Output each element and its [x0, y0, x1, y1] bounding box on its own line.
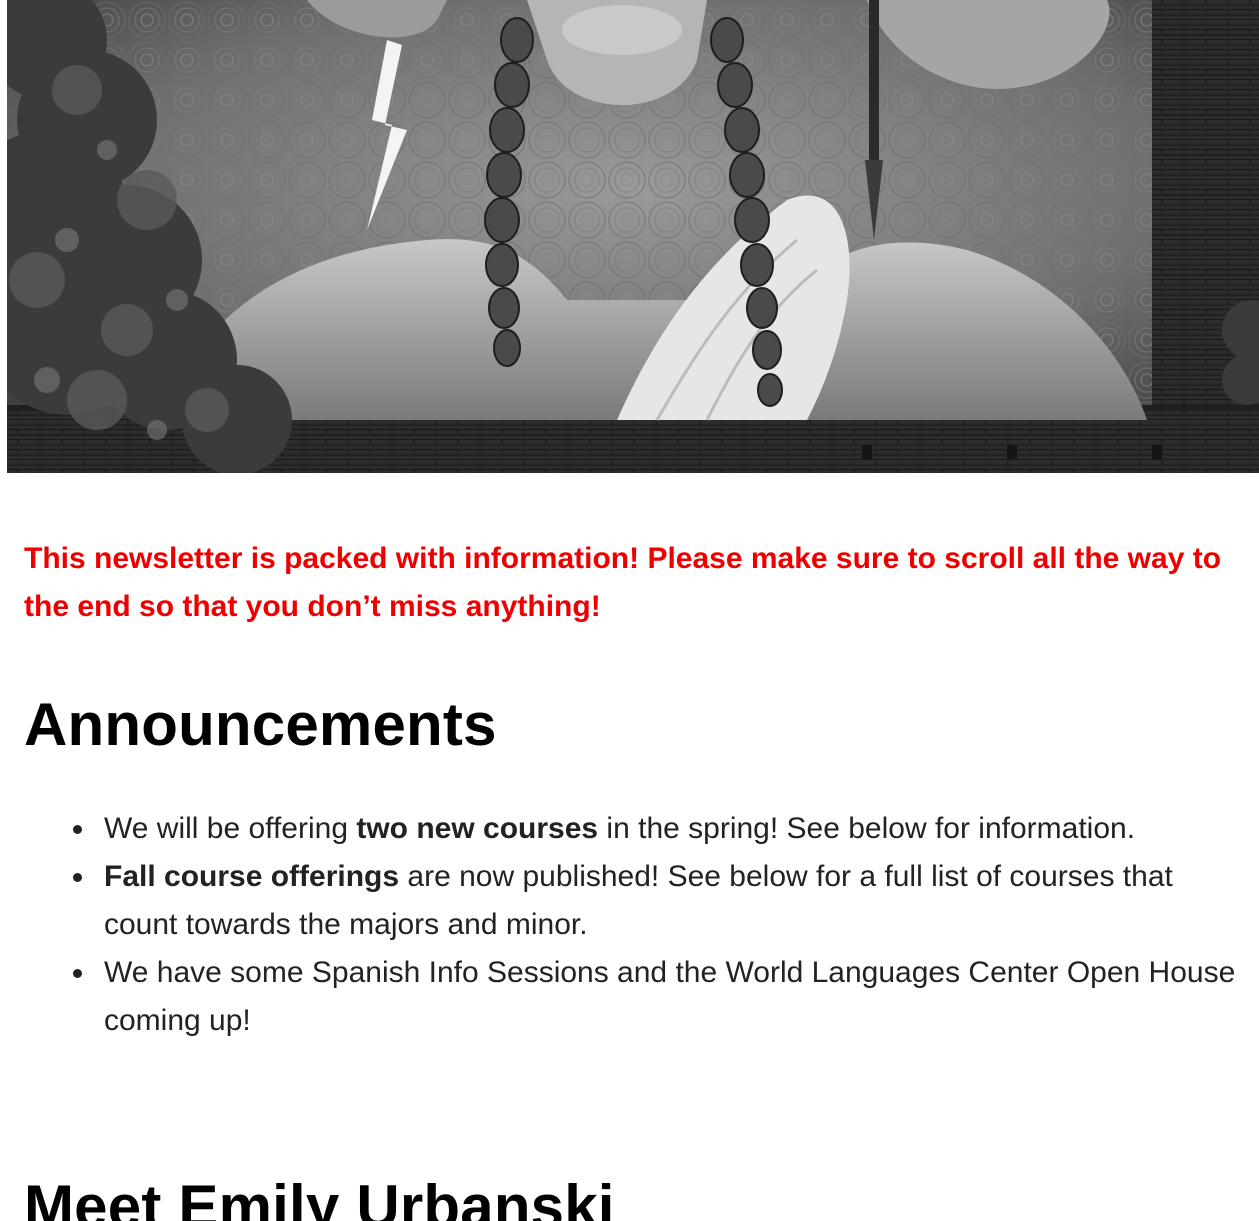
hero-mural-image — [7, 0, 1259, 473]
newsletter-page: This newsletter is packed with informati… — [0, 0, 1259, 1221]
item-text-before: We will be offering — [104, 812, 357, 845]
scroll-notice: This newsletter is packed with informati… — [24, 542, 1222, 623]
item-text-bold: Fall course offerings — [104, 860, 400, 893]
list-item: Fall course offerings are now published!… — [73, 853, 1249, 949]
meet-heading: Meet Emily Urbanski — [24, 1173, 615, 1221]
announcements-heading: Announcements — [24, 691, 497, 758]
item-text-bold: two new courses — [356, 812, 599, 845]
announcements-list: We will be offering two new courses in t… — [24, 805, 1249, 1045]
item-text-after: in the spring! See below for information… — [598, 812, 1136, 845]
item-text-before: We have some Spanish Info Sessions and t… — [104, 956, 1236, 1037]
list-item: We have some Spanish Info Sessions and t… — [73, 949, 1249, 1045]
list-item: We will be offering two new courses in t… — [73, 805, 1249, 853]
